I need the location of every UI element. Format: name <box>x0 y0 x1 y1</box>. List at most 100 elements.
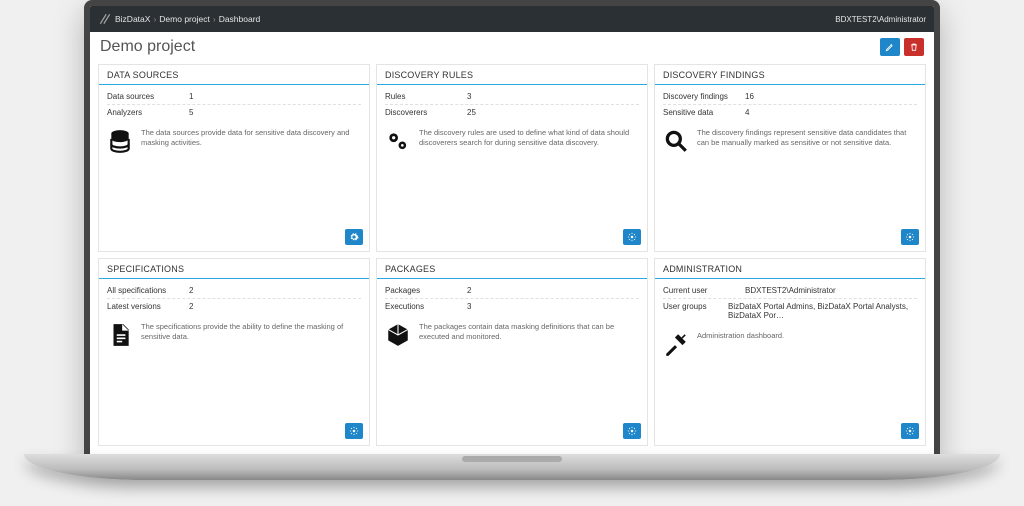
stat-row: Discovery findings16 <box>663 89 917 105</box>
stat-row: Current userBDXTEST2\Administrator <box>663 283 917 299</box>
card-settings-button[interactable] <box>623 229 641 245</box>
card-desc-text: The specifications provide the ability t… <box>141 322 361 342</box>
card-stats: All specifications2 Latest versions2 <box>99 279 369 316</box>
card-stats: Current userBDXTEST2\Administrator User … <box>655 279 925 325</box>
breadcrumb-page[interactable]: Dashboard <box>219 14 261 24</box>
brand-logo-icon <box>98 12 112 26</box>
stat-key: Latest versions <box>107 302 189 311</box>
top-bar: BizDataX › Demo project › Dashboard BDXT… <box>90 6 934 32</box>
stat-row: Data sources1 <box>107 89 361 105</box>
breadcrumb: BizDataX › Demo project › Dashboard <box>98 12 260 26</box>
stat-value: 2 <box>189 302 193 311</box>
card-footer <box>655 419 925 445</box>
stat-row: Latest versions2 <box>107 299 361 314</box>
card-desc-text: The discovery findings represent sensiti… <box>697 128 917 148</box>
stat-value: 1 <box>189 92 193 101</box>
card-packages: PACKAGES Packages2 Executions3 The packa… <box>376 258 648 446</box>
stat-value: 5 <box>189 108 193 117</box>
delete-button[interactable] <box>904 38 924 56</box>
stat-key: Rules <box>385 92 467 101</box>
breadcrumb-sep: › <box>153 14 156 24</box>
app-screen: BizDataX › Demo project › Dashboard BDXT… <box>90 6 934 454</box>
screen-bezel: BizDataX › Demo project › Dashboard BDXT… <box>84 0 940 460</box>
breadcrumb-project[interactable]: Demo project <box>159 14 210 24</box>
card-title: DISCOVERY FINDINGS <box>655 65 925 85</box>
breadcrumb-brand[interactable]: BizDataX <box>115 14 150 24</box>
stat-value: 3 <box>467 302 471 311</box>
stat-row: User groupsBizDataX Portal Admins, BizDa… <box>663 299 917 323</box>
card-desc-text: The packages contain data masking defini… <box>419 322 639 342</box>
document-icon <box>107 322 133 350</box>
card-description: The packages contain data masking defini… <box>377 316 647 352</box>
stat-key: Discoverers <box>385 108 467 117</box>
card-description: The discovery rules are used to define w… <box>377 122 647 158</box>
stat-value: 25 <box>467 108 476 117</box>
card-discovery-findings: DISCOVERY FINDINGS Discovery findings16 … <box>654 64 926 252</box>
tools-icon <box>663 331 689 359</box>
title-actions <box>880 38 924 56</box>
card-settings-button[interactable] <box>901 229 919 245</box>
card-footer <box>99 419 369 445</box>
breadcrumb-sep: › <box>213 14 216 24</box>
stat-value: 16 <box>745 92 754 101</box>
stat-key: Data sources <box>107 92 189 101</box>
card-desc-text: The data sources provide data for sensit… <box>141 128 361 148</box>
page-title: Demo project <box>100 38 195 56</box>
stat-row: Discoverers25 <box>385 105 639 120</box>
stat-value: BDXTEST2\Administrator <box>745 286 836 295</box>
card-desc-text: The discovery rules are used to define w… <box>419 128 639 148</box>
stat-row: All specifications2 <box>107 283 361 299</box>
card-footer <box>377 419 647 445</box>
stat-value: BizDataX Portal Admins, BizDataX Portal … <box>728 302 917 320</box>
card-desc-text: Administration dashboard. <box>697 331 784 341</box>
search-icon <box>663 128 689 156</box>
stat-key: Executions <box>385 302 467 311</box>
database-icon <box>107 128 133 156</box>
card-settings-button[interactable] <box>345 423 363 439</box>
card-title: DATA SOURCES <box>99 65 369 85</box>
card-settings-button[interactable] <box>345 229 363 245</box>
package-icon <box>385 322 411 350</box>
laptop-base <box>24 454 1000 480</box>
card-description: The discovery findings represent sensiti… <box>655 122 925 158</box>
stat-value: 2 <box>467 286 471 295</box>
stat-key: Sensitive data <box>663 108 745 117</box>
stat-key: Current user <box>663 286 745 295</box>
card-settings-button[interactable] <box>623 423 641 439</box>
card-title: ADMINISTRATION <box>655 259 925 279</box>
edit-button[interactable] <box>880 38 900 56</box>
card-description: The specifications provide the ability t… <box>99 316 369 352</box>
stat-key: User groups <box>663 302 728 320</box>
stat-row: Sensitive data4 <box>663 105 917 120</box>
card-footer <box>655 225 925 251</box>
stat-key: All specifications <box>107 286 189 295</box>
stat-value: 4 <box>745 108 749 117</box>
card-footer <box>99 225 369 251</box>
card-stats: Packages2 Executions3 <box>377 279 647 316</box>
stat-key: Discovery findings <box>663 92 745 101</box>
card-title: DISCOVERY RULES <box>377 65 647 85</box>
card-title: SPECIFICATIONS <box>99 259 369 279</box>
card-administration: ADMINISTRATION Current userBDXTEST2\Admi… <box>654 258 926 446</box>
card-title: PACKAGES <box>377 259 647 279</box>
stat-value: 3 <box>467 92 471 101</box>
card-settings-button[interactable] <box>901 423 919 439</box>
card-specifications: SPECIFICATIONS All specifications2 Lates… <box>98 258 370 446</box>
laptop-frame: BizDataX › Demo project › Dashboard BDXT… <box>0 0 1024 506</box>
dashboard-grid: DATA SOURCES Data sources1 Analyzers5 Th… <box>90 64 934 454</box>
card-discovery-rules: DISCOVERY RULES Rules3 Discoverers25 The… <box>376 64 648 252</box>
card-stats: Rules3 Discoverers25 <box>377 85 647 122</box>
stat-row: Executions3 <box>385 299 639 314</box>
card-description: Administration dashboard. <box>655 325 925 361</box>
stat-row: Analyzers5 <box>107 105 361 120</box>
title-bar: Demo project <box>90 32 934 64</box>
card-footer <box>377 225 647 251</box>
card-data-sources: DATA SOURCES Data sources1 Analyzers5 Th… <box>98 64 370 252</box>
stat-key: Analyzers <box>107 108 189 117</box>
card-stats: Data sources1 Analyzers5 <box>99 85 369 122</box>
current-user-label[interactable]: BDXTEST2\Administrator <box>835 15 926 24</box>
stat-value: 2 <box>189 286 193 295</box>
stat-row: Rules3 <box>385 89 639 105</box>
gears-icon <box>385 128 411 156</box>
card-stats: Discovery findings16 Sensitive data4 <box>655 85 925 122</box>
